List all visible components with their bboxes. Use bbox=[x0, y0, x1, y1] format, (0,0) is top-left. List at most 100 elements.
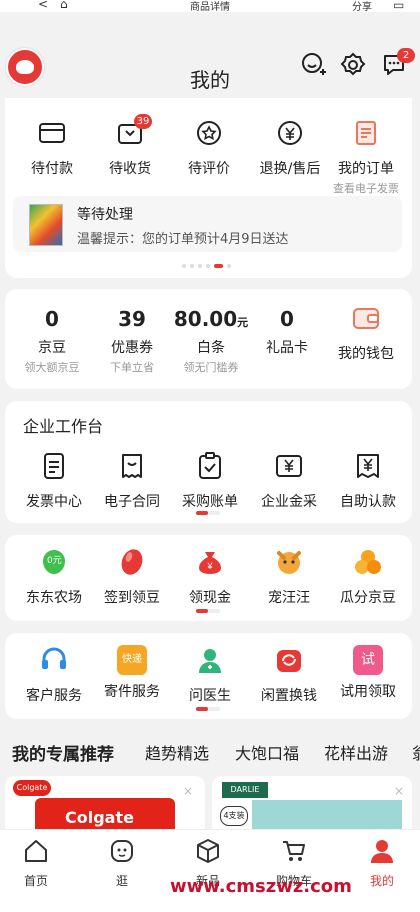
invoice-center[interactable]: 发票中心 bbox=[19, 451, 89, 511]
enterprise-title: 企业工作台 bbox=[23, 417, 104, 436]
trial-icon: 试 bbox=[353, 645, 383, 675]
my-orders[interactable]: 我的订单 查看电子发票 bbox=[331, 118, 401, 196]
watermark: www.cmszwz.com bbox=[170, 876, 352, 897]
contract-icon bbox=[122, 454, 142, 478]
asset-label: 京豆 bbox=[38, 340, 66, 356]
signin-bean[interactable]: 签到领豆 bbox=[97, 547, 167, 607]
asset-label: 优惠券 bbox=[111, 340, 153, 356]
wallet-icon bbox=[353, 308, 379, 329]
order-pending-payment[interactable]: 待付款 bbox=[19, 118, 85, 178]
express-icon: 快递 bbox=[117, 645, 147, 675]
dog-icon bbox=[277, 551, 301, 574]
tab-food[interactable]: 大饱口福 bbox=[235, 740, 299, 764]
customer-add-icon[interactable] bbox=[300, 52, 326, 78]
asset-sublabel: 领大额京豆 bbox=[24, 361, 80, 374]
service-label: 客户服务 bbox=[26, 688, 82, 704]
asset-unit: 元 bbox=[237, 316, 249, 329]
bottom-nav: 首页 逛 新品 购物车 我的 bbox=[0, 829, 420, 912]
browser-strip: < ⌂ 商品详情 分享 ▭ bbox=[0, 0, 420, 13]
recommend-tabs: 我的专属推荐 趋势精选 大饱口福 花样出游 翁 bbox=[0, 730, 420, 770]
order-item-label: 我的订单 bbox=[338, 161, 394, 177]
message-badge: 2 bbox=[397, 48, 415, 63]
product-card-colgate[interactable]: Colgate Colgate × bbox=[5, 776, 205, 836]
farm-badge: 0元 bbox=[47, 556, 62, 566]
product-card-darlie[interactable]: DARLIE 4支装 × bbox=[212, 776, 412, 836]
svg-text:¥: ¥ bbox=[206, 561, 213, 571]
enterprise-label: 自助认款 bbox=[340, 494, 396, 510]
tab-trending[interactable]: 趋势精选 bbox=[145, 740, 209, 764]
order-item-label: 待评价 bbox=[188, 161, 230, 177]
yen-card-icon bbox=[276, 455, 302, 477]
tab-more[interactable]: 翁 bbox=[412, 740, 420, 764]
service-label: 闲置换钱 bbox=[261, 688, 317, 704]
order-to-review[interactable]: 待评价 bbox=[176, 118, 242, 178]
wallet-card-icon bbox=[39, 123, 65, 143]
home-icon bbox=[25, 840, 47, 862]
page-indicator bbox=[196, 707, 220, 711]
enterprise-label: 发票中心 bbox=[26, 494, 82, 510]
yen-doc-icon bbox=[357, 454, 379, 478]
activity-label: 瓜分京豆 bbox=[340, 590, 396, 606]
asset-value: 39 bbox=[118, 307, 146, 331]
pet-wangwang[interactable]: 宠汪汪 bbox=[252, 547, 326, 607]
my-wallet[interactable]: 我的钱包 bbox=[331, 303, 401, 363]
user-icon bbox=[371, 840, 393, 863]
e-contract[interactable]: 电子合同 bbox=[97, 451, 167, 511]
trial-claim[interactable]: 试 试用领取 bbox=[331, 645, 405, 701]
pending-notice[interactable]: 等待处理 温馨提示：您的订单预计4月9日送达 bbox=[13, 196, 402, 252]
browse-face-icon bbox=[111, 840, 133, 862]
nav-label: 逛 bbox=[115, 874, 128, 888]
coins-icon bbox=[355, 550, 381, 574]
star-review-icon bbox=[197, 121, 221, 145]
box-icon bbox=[197, 839, 219, 863]
send-package[interactable]: 快递 寄件服务 bbox=[97, 645, 167, 701]
service-label: 问医生 bbox=[189, 688, 231, 704]
to-receive-badge: 39 bbox=[134, 114, 152, 129]
nav-label: 首页 bbox=[23, 874, 48, 888]
ask-doctor[interactable]: 问医生 bbox=[175, 645, 245, 705]
close-icon[interactable]: × bbox=[394, 784, 404, 798]
gear-icon[interactable] bbox=[340, 52, 366, 78]
cart-icon bbox=[283, 841, 305, 861]
enterprise-label: 电子合同 bbox=[104, 494, 160, 510]
tab-my-recommend[interactable]: 我的专属推荐 bbox=[12, 740, 114, 765]
enterprise-jincai[interactable]: 企业金采 bbox=[252, 451, 326, 511]
activities-card: 东东农场 0元 签到领豆 ¥ 领现金 宠汪汪 瓜分京豆 bbox=[5, 535, 412, 621]
money-bag-icon: ¥ bbox=[199, 552, 221, 574]
refund-icon bbox=[278, 121, 302, 145]
self-payment[interactable]: 自助认款 bbox=[331, 451, 405, 511]
asset-sublabel: 领无门槛券 bbox=[183, 361, 239, 374]
clipboard-check-icon bbox=[199, 452, 221, 479]
nav-browse[interactable]: 逛 bbox=[92, 838, 152, 889]
asset-baitiao[interactable]: 80.00元 白条 领无门槛券 bbox=[171, 307, 251, 375]
tab-travel[interactable]: 花样出游 bbox=[324, 740, 388, 764]
doctor-icon bbox=[199, 649, 221, 673]
assets-card: 0 京豆 领大额京豆 39 优惠券 下单立省 80.00元 白条 领无门槛券 0… bbox=[5, 289, 412, 389]
order-to-receive[interactable]: 待收货 bbox=[97, 118, 163, 178]
nav-home[interactable]: 首页 bbox=[6, 838, 66, 889]
carousel-dots bbox=[180, 253, 233, 272]
idle-exchange[interactable]: 闲置换钱 bbox=[252, 645, 326, 705]
product-thumbnail bbox=[29, 204, 63, 246]
order-list-icon bbox=[356, 121, 376, 145]
asset-jingdou[interactable]: 0 京豆 领大额京豆 bbox=[17, 307, 87, 375]
nav-label: 我的 bbox=[369, 874, 394, 888]
order-item-label: 待收货 bbox=[109, 161, 151, 177]
page-indicator bbox=[196, 609, 220, 613]
recycle-icon bbox=[277, 650, 301, 672]
order-item-label: 待付款 bbox=[31, 161, 73, 177]
nav-mine[interactable]: 我的 bbox=[352, 838, 412, 889]
asset-coupons[interactable]: 39 优惠券 下单立省 bbox=[97, 307, 167, 375]
customer-service[interactable]: 客户服务 bbox=[19, 645, 89, 705]
split-jingdou[interactable]: 瓜分京豆 bbox=[331, 547, 405, 607]
order-item-sublabel: 查看电子发票 bbox=[333, 182, 399, 195]
order-after-sales[interactable]: 退换/售后 bbox=[254, 118, 326, 178]
battery-icon: ▭ bbox=[393, 0, 405, 12]
invoice-icon bbox=[44, 453, 64, 479]
asset-value: 0 bbox=[280, 307, 294, 331]
close-icon[interactable]: × bbox=[183, 784, 193, 798]
get-cash[interactable]: ¥ 领现金 bbox=[175, 547, 245, 607]
purchase-bill[interactable]: 采购账单 bbox=[175, 451, 245, 511]
asset-giftcard[interactable]: 0 礼品卡 bbox=[252, 307, 322, 357]
asset-value: 0 bbox=[45, 307, 59, 331]
